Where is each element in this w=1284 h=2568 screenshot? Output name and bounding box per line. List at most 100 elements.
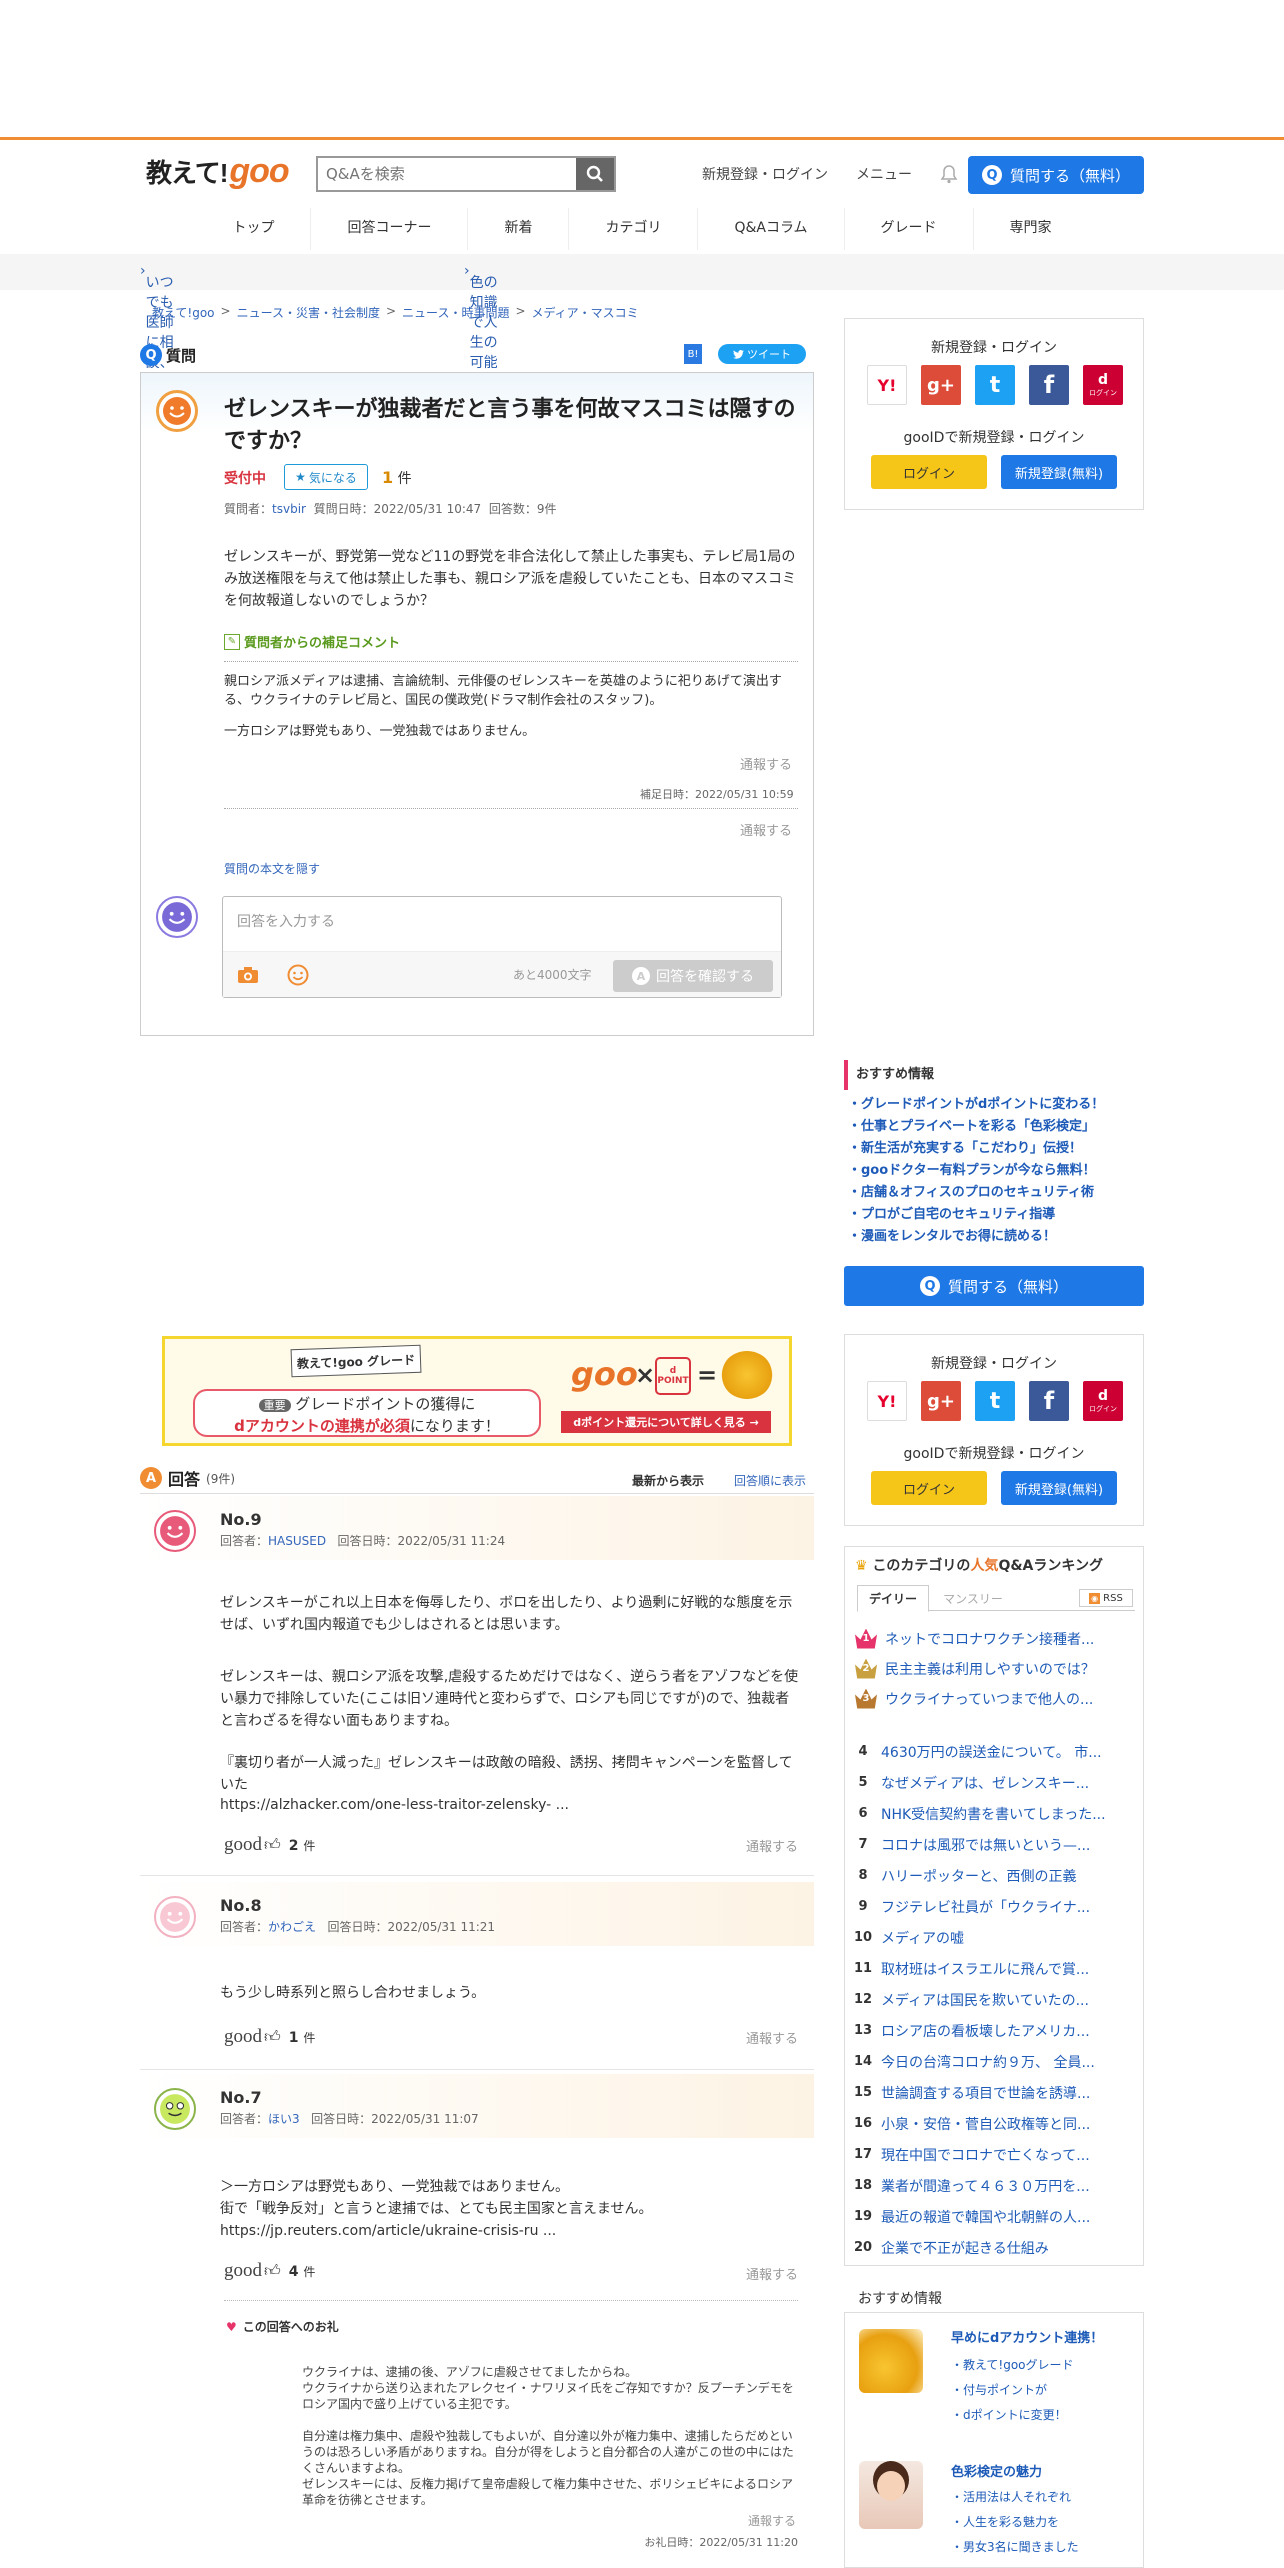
register-button[interactable]: 新規登録(無料) (1001, 455, 1117, 489)
grade-banner[interactable]: 教えて!goo グレード 重要 グレードポイントの獲得に dアカウントの連携が必… (162, 1336, 792, 1446)
login-button[interactable]: ログイン (871, 455, 987, 489)
emoji-icon[interactable] (287, 964, 309, 986)
nav-expert[interactable]: 専門家 (974, 208, 1088, 250)
ranking-item[interactable]: 1 ネットでコロナワクチン接種者... (845, 1623, 1145, 1654)
ask-question-button[interactable]: Q 質問する（無料） (968, 156, 1144, 194)
answerer-avatar[interactable] (154, 2088, 196, 2130)
report-link[interactable]: 通報する (746, 2028, 798, 2047)
answerer-avatar[interactable] (154, 1510, 196, 1552)
tab-daily[interactable]: デイリー (857, 1585, 929, 1612)
good-button[interactable]: good 👍︎ 2 件 (224, 1834, 315, 1856)
nav-qa-column[interactable]: Q&Aコラム (698, 208, 845, 250)
rec2-a-item[interactable]: ・付与ポイントが (951, 2378, 1074, 2403)
breadcrumb-news-current[interactable]: ニュース・時事問題 (402, 304, 509, 321)
google-plus-icon[interactable]: g+ (921, 1381, 961, 1421)
report-link-2[interactable]: 通報する (740, 820, 792, 839)
ranking-item[interactable]: 7 コロナは風邪では無いという—... (845, 1829, 1145, 1860)
recommended-item[interactable]: ・仕事とプライベートを彩る「色彩検定」 (844, 1116, 1144, 1138)
watch-button[interactable]: ★ 気になる (284, 464, 368, 490)
docomo-d-icon[interactable]: d ログイン (1083, 365, 1123, 405)
nav-new[interactable]: 新着 (468, 208, 570, 250)
yahoo-icon[interactable]: Y! (867, 1381, 907, 1421)
ranking-item[interactable]: 18 業者が間違って４６３０万円を... (845, 2170, 1145, 2201)
register-button[interactable]: 新規登録(無料) (1001, 1471, 1117, 1505)
ranking-item[interactable]: 14 今日の台湾コロナ約９万、 全員... (845, 2046, 1145, 2077)
ranking-item[interactable]: 19 最近の報道で韓国や北朝鮮の人... (845, 2201, 1145, 2232)
login-link[interactable]: 新規登録・ログイン (702, 164, 828, 184)
report-link[interactable]: 通報する (746, 2264, 798, 2283)
ranking-item[interactable]: 15 世論調査する項目で世論を誘導... (845, 2077, 1145, 2108)
ranking-item[interactable]: 8 ハリーポッターと、西側の正義 (845, 1860, 1145, 1891)
bell-icon[interactable] (940, 164, 958, 184)
answer-input[interactable]: 回答を入力する あと4000文字 A 回答を確認する (222, 896, 782, 998)
woman-photo[interactable] (859, 2461, 923, 2529)
answerer-link[interactable]: かわごえ (268, 1920, 316, 1934)
hatena-bookmark-button[interactable]: B! (684, 344, 702, 364)
rec2-a-item[interactable]: ・教えて!gooグレード (951, 2353, 1074, 2378)
rec2-b-item[interactable]: ・人生を彩る魅力を (951, 2510, 1079, 2535)
breadcrumb-home[interactable]: 教えて!goo (152, 304, 215, 321)
promo-color-link[interactable]: › 色の知識で人生の可能性が広がる！みんなに役立つ色彩検定 >> (464, 263, 498, 568)
hide-question-link[interactable]: 質問の本文を隠す (224, 860, 320, 877)
recommended-item[interactable]: ・漫画をレンタルでお得に読める！ (844, 1226, 1144, 1248)
ranking-item[interactable]: 3 ウクライナっていつまで他人の... (845, 1683, 1145, 1714)
rss-button[interactable]: ◉ RSS (1079, 1589, 1133, 1607)
good-button[interactable]: good 👍︎ 4 件 (224, 2260, 315, 2282)
rec2-b-item[interactable]: ・男女3名に聞きました (951, 2535, 1079, 2560)
search-input[interactable] (318, 158, 576, 190)
ranking-item[interactable]: 10 メディアの嘘 (845, 1922, 1145, 1953)
answerer-link[interactable]: HASUSED (268, 1534, 326, 1548)
tweet-button[interactable]: ツイート (718, 344, 806, 364)
ranking-item[interactable]: 4 4630万円の誤送金について。 市... (845, 1736, 1145, 1767)
report-link[interactable]: 通報する (740, 754, 792, 773)
answer-link[interactable]: https://alzhacker.com/one-less-traitor-z… (220, 1794, 800, 1816)
breadcrumb-news-disaster[interactable]: ニュース・災害・社会制度 (237, 304, 380, 321)
ranking-item[interactable]: 11 取材班はイスラエルに飛んで賞... (845, 1953, 1145, 1984)
recommended-item[interactable]: ・gooドクター有料プランが今なら無料！ (844, 1160, 1144, 1182)
sidebar-ask-button[interactable]: Q 質問する（無料） (844, 1266, 1144, 1306)
breadcrumb-media[interactable]: メディア・マスコミ (532, 304, 639, 321)
camera-icon[interactable] (237, 966, 259, 984)
answerer-link[interactable]: ほい3 (268, 2112, 300, 2126)
rec2-a-item[interactable]: ・dポイントに変更！ (951, 2403, 1074, 2428)
site-logo[interactable]: 教えて!goo (146, 152, 290, 191)
ranking-item[interactable]: 12 メディアは国民を欺いていたの... (845, 1984, 1145, 2015)
sort-newest[interactable]: 最新から表示 (632, 1472, 704, 1489)
docomo-d-icon[interactable]: d ログイン (1083, 1381, 1123, 1421)
nav-grade[interactable]: グレード (845, 208, 974, 250)
rec2-b-item[interactable]: ・活用法は人それぞれ (951, 2485, 1079, 2510)
twitter-icon[interactable]: t (975, 365, 1015, 405)
recommended-item[interactable]: ・プロがご自宅のセキュリティ指導 (844, 1204, 1144, 1226)
asker-link[interactable]: tsvbir (272, 502, 306, 516)
answer-link[interactable]: https://jp.reuters.com/article/ukraine-c… (220, 2220, 800, 2242)
thanks-report-link[interactable]: 通報する (748, 2512, 796, 2529)
google-plus-icon[interactable]: g+ (921, 365, 961, 405)
nav-top[interactable]: トップ (196, 208, 312, 250)
search-button[interactable] (576, 158, 614, 190)
ranking-item[interactable]: 17 現在中国でコロナで亡くなって... (845, 2139, 1145, 2170)
sort-oldest[interactable]: 回答順に表示 (734, 1472, 806, 1489)
ranking-item[interactable]: 6 NHK受信契約書を書いてしまった... (845, 1798, 1145, 1829)
ranking-item[interactable]: 5 なぜメディアは、ゼレンスキー... (845, 1767, 1145, 1798)
confirm-answer-button[interactable]: A 回答を確認する (613, 960, 773, 992)
report-link[interactable]: 通報する (746, 1836, 798, 1855)
good-button[interactable]: good 👍︎ 1 件 (224, 2026, 315, 2048)
nav-answer-corner[interactable]: 回答コーナー (311, 208, 469, 250)
login-button[interactable]: ログイン (871, 1471, 987, 1505)
coins-image[interactable] (859, 2329, 923, 2393)
yahoo-icon[interactable]: Y! (867, 365, 907, 405)
recommended-item[interactable]: ・新生活が充実する「こだわり」伝授！ (844, 1138, 1144, 1160)
nav-category[interactable]: カテゴリ (569, 208, 699, 250)
facebook-icon[interactable]: f (1029, 1381, 1069, 1421)
recommended-item[interactable]: ・店舗＆オフィスのプロのセキュリティ術 (844, 1182, 1144, 1204)
rec2-b-title[interactable]: 色彩検定の魅力 (951, 2461, 1042, 2480)
ranking-item[interactable]: 16 小泉・安倍・菅自公政権等と同... (845, 2108, 1145, 2139)
ranking-item[interactable]: 13 ロシア店の看板壊したアメリカ... (845, 2015, 1145, 2046)
tab-monthly[interactable]: マンスリー (937, 1585, 1009, 1611)
rec2-a-title[interactable]: 早めにdアカウント連携！ (951, 2327, 1103, 2346)
recommended-item[interactable]: ・グレードポイントがdポイントに変わる！ (844, 1094, 1144, 1116)
menu-link[interactable]: メニュー (856, 164, 912, 184)
facebook-icon[interactable]: f (1029, 365, 1069, 405)
twitter-icon[interactable]: t (975, 1381, 1015, 1421)
ranking-item[interactable]: 20 企業で不正が起きる仕組み (845, 2232, 1145, 2263)
